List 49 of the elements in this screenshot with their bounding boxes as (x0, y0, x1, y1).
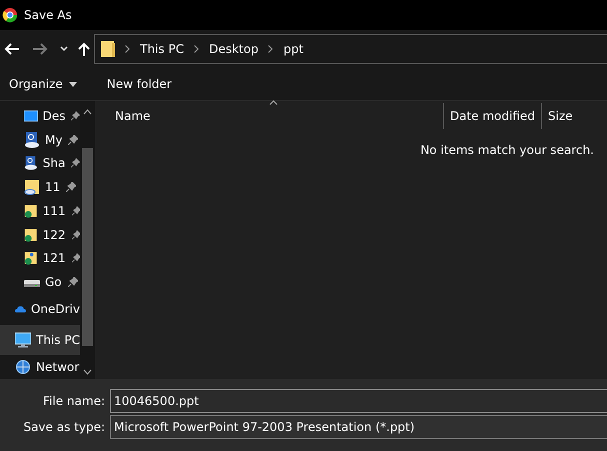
sidebar-item[interactable]: Sha (0, 151, 80, 176)
back-button[interactable] (4, 42, 20, 56)
organize-button[interactable]: Organize (9, 77, 77, 91)
folder-check-icon (24, 226, 38, 243)
column-header[interactable]: Name (95, 103, 443, 129)
breadcrumb-item[interactable]: This PC (140, 42, 184, 56)
computer-icon (15, 332, 31, 348)
chevron-icon (268, 45, 274, 53)
file-name-field[interactable]: 10046500.ppt (110, 389, 607, 413)
sidebar-item[interactable]: 121 (0, 246, 80, 270)
document-cloud-icon (24, 155, 38, 172)
sidebar-item[interactable]: 122 (0, 222, 80, 246)
chevron-icon (125, 45, 130, 53)
sidebar-item[interactable]: Networ (0, 355, 80, 379)
sidebar-item[interactable]: OneDriv (0, 294, 80, 325)
folder-cloud-icon (24, 179, 40, 196)
up-button[interactable] (78, 42, 90, 56)
folder-icon (101, 40, 115, 58)
new-folder-button[interactable]: New folder (106, 77, 172, 91)
field-label: Save as type: (22, 420, 106, 434)
sidebar-item[interactable]: My (0, 128, 80, 152)
sidebar-item[interactable]: 11 (0, 175, 80, 199)
breadcrumb-item[interactable]: Desktop (208, 42, 258, 56)
chevron-icon (194, 45, 199, 53)
sort-ascending-icon (269, 100, 278, 105)
forward-button[interactable] (32, 42, 48, 56)
field-label: File name: (42, 394, 106, 408)
address-bar[interactable]: This PC Desktop ppt (94, 34, 607, 64)
monitor-icon (24, 108, 38, 124)
scrollbar-thumb[interactable] (82, 148, 93, 346)
window-title: Save As (24, 8, 72, 22)
app-icon (2, 7, 18, 23)
column-header[interactable]: Date modified (443, 103, 541, 129)
caret-icon (68, 82, 77, 86)
folder-check-icon (24, 250, 38, 266)
scroll-up-icon (83, 109, 92, 115)
empty-message: No items match your search. (419, 143, 595, 157)
sidebar-item[interactable]: Des (0, 104, 80, 128)
scroll-down-icon (83, 369, 92, 375)
globe-icon (15, 359, 31, 376)
folder-check-icon (24, 202, 38, 219)
file-type-dropdown[interactable]: Microsoft PowerPoint 97-2003 Presentation (*.ppt) (110, 415, 607, 439)
sidebar-item[interactable]: This PC (0, 324, 80, 356)
sidebar-item[interactable]: Go (0, 270, 80, 294)
document-cloud-icon (24, 132, 40, 148)
breadcrumb-item[interactable]: ppt (283, 42, 304, 56)
sidebar-item[interactable]: 111 (0, 198, 80, 223)
recent-locations-button[interactable] (60, 46, 68, 52)
column-header[interactable]: Size (541, 103, 601, 129)
